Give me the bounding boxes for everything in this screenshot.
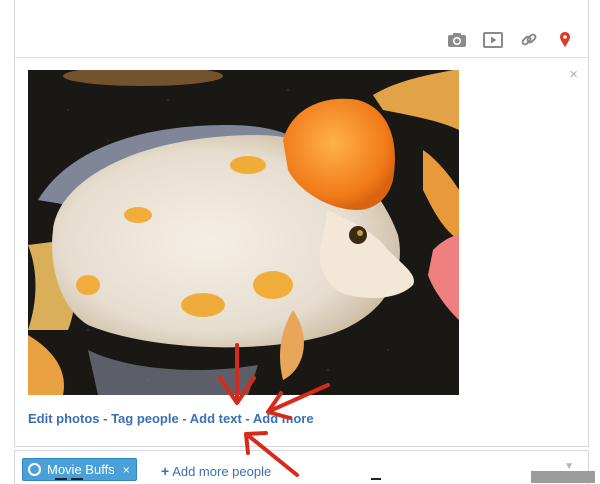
share-with-row: Movie Buffs × + Add more people ▼: [14, 450, 589, 484]
share-button-partial[interactable]: [531, 471, 595, 483]
add-more-link[interactable]: Add more: [253, 411, 314, 426]
partial-element: [71, 478, 83, 483]
tag-people-link[interactable]: Tag people: [111, 411, 179, 426]
partial-element: [55, 478, 67, 483]
add-more-people-link[interactable]: + Add more people: [161, 463, 271, 479]
post-composer: × Edit photos - Tag people - Add text - …: [14, 0, 589, 447]
fish-photo-image: [28, 70, 459, 395]
separator: -: [99, 411, 112, 426]
circle-icon: [28, 463, 41, 476]
camera-icon[interactable]: [446, 30, 468, 50]
divider: [15, 57, 588, 58]
chip-label: Movie Buffs: [47, 462, 115, 477]
separator: -: [178, 411, 190, 426]
partial-element: [371, 478, 381, 483]
chip-remove-icon[interactable]: ×: [123, 463, 130, 477]
add-more-people-label: Add more people: [172, 464, 272, 479]
edit-photos-link[interactable]: Edit photos: [28, 411, 100, 426]
plus-icon: +: [161, 463, 170, 479]
link-icon[interactable]: [518, 30, 540, 50]
add-text-link[interactable]: Add text: [190, 411, 242, 426]
separator: -: [241, 411, 253, 426]
attached-photo: [28, 70, 459, 395]
media-toolbar: [446, 30, 576, 50]
location-pin-icon[interactable]: [554, 30, 576, 50]
video-icon[interactable]: [482, 30, 504, 50]
remove-photo-close-icon[interactable]: ×: [569, 66, 578, 83]
photo-actions: Edit photos - Tag people - Add text - Ad…: [28, 411, 314, 426]
